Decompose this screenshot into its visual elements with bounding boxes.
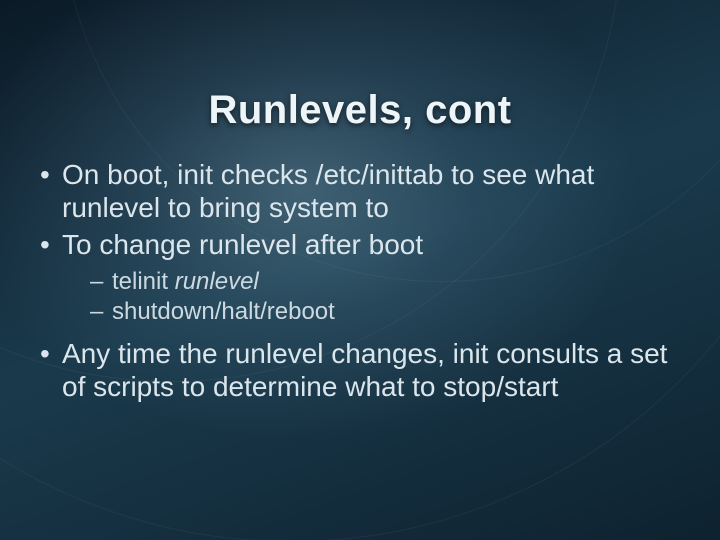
bullet-item: To change runlevel after boot telinit ru… (34, 228, 686, 327)
slide: Runlevels, cont On boot, init checks /et… (0, 0, 720, 540)
slide-body: On boot, init checks /etc/inittab to see… (34, 158, 686, 407)
sub-bullet-emphasis: runlevel (175, 268, 259, 295)
bullet-text: To change runlevel after boot (62, 229, 423, 260)
sub-bullet-text: shutdown/halt/reboot (112, 298, 335, 325)
bullet-list: On boot, init checks /etc/inittab to see… (34, 158, 686, 403)
bullet-item: On boot, init checks /etc/inittab to see… (34, 158, 686, 224)
bullet-text: On boot, init checks /etc/inittab to see… (62, 159, 594, 223)
sub-bullet-list: telinit runlevel shutdown/halt/reboot (62, 267, 686, 327)
slide-title: Runlevels, cont (0, 88, 720, 133)
bullet-text: Any time the runlevel changes, init cons… (62, 338, 667, 402)
sub-bullet-text: telinit (112, 268, 175, 295)
sub-bullet-item: shutdown/halt/reboot (90, 297, 686, 327)
sub-bullet-item: telinit runlevel (90, 267, 686, 297)
bullet-item: Any time the runlevel changes, init cons… (34, 337, 686, 403)
